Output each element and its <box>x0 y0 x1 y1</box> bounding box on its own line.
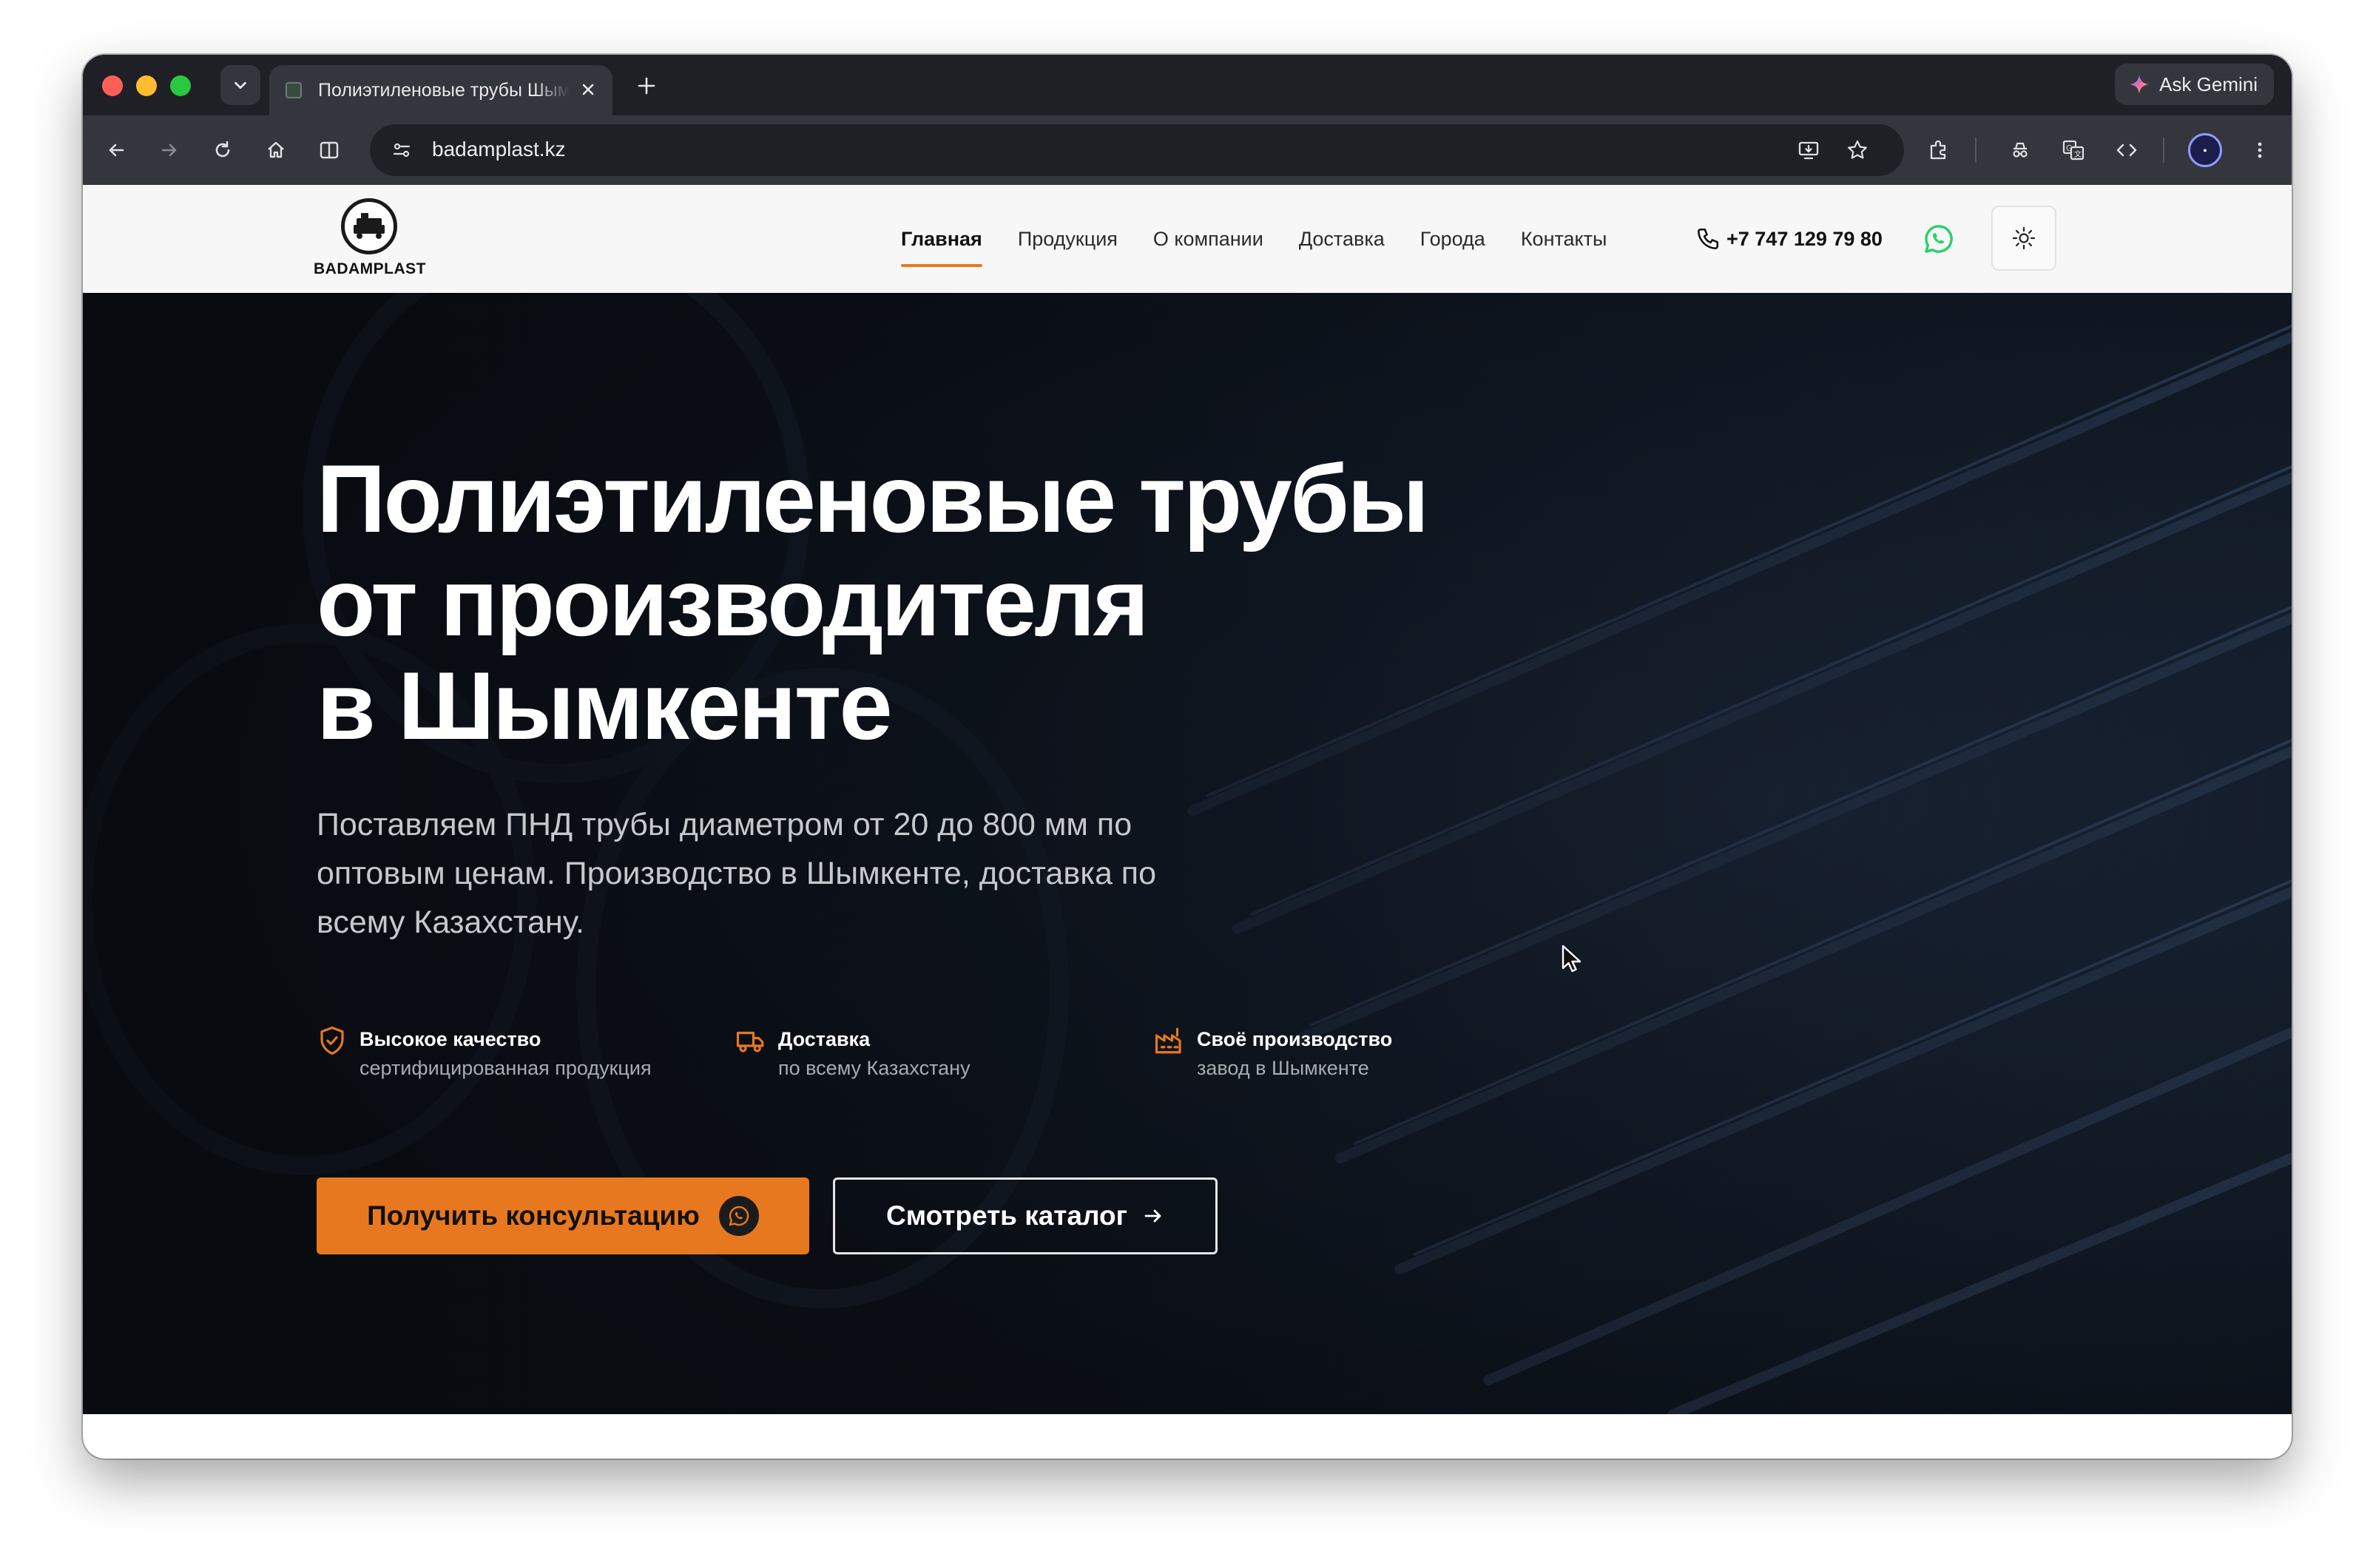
feature-subtitle: сертифицированная продукция <box>360 1057 652 1079</box>
close-window-button[interactable] <box>102 75 123 96</box>
hero-lead-line: всему Казахстану. <box>317 905 584 940</box>
browser-toolbar: badamplast.kz G文 ● <box>83 115 2292 185</box>
feature-title: Доставка <box>778 1028 871 1050</box>
reload-icon <box>215 141 230 158</box>
arrow-right-icon <box>161 143 177 157</box>
extensions-button[interactable] <box>1920 132 1957 169</box>
plus-icon <box>638 77 655 95</box>
address-bar[interactable]: badamplast.kz <box>370 124 1904 176</box>
svg-text:G: G <box>2066 143 2073 153</box>
nav-link-products[interactable]: Продукция <box>1018 228 1118 251</box>
tab-strip: Полиэтиленовые трубы Шымкент Ask Gemini <box>83 55 2292 115</box>
sun-icon <box>2012 226 2036 250</box>
phone-number: +7 747 129 79 80 <box>1726 227 1883 250</box>
browser-window: Полиэтиленовые трубы Шымкент Ask Gemini <box>83 55 2292 1459</box>
home-button[interactable] <box>257 132 294 169</box>
split-view-button[interactable] <box>311 132 348 169</box>
site-favicon-icon <box>286 82 302 98</box>
nav-link-about[interactable]: О компании <box>1153 228 1263 251</box>
hero-title-line: от производителя <box>317 548 1150 656</box>
arrow-right-icon <box>1144 1209 1161 1223</box>
logo-emblem-icon <box>341 198 397 254</box>
url-text: badamplast.kz <box>432 138 566 160</box>
svg-text:文: 文 <box>2074 149 2082 159</box>
truck-icon <box>736 1031 764 1052</box>
feature-production: Своё производство завод в Шымкенте <box>1154 1025 1392 1083</box>
whatsapp-icon <box>1925 225 1953 253</box>
translate-icon: G文 <box>2062 140 2085 160</box>
close-tab-button[interactable] <box>577 78 599 101</box>
nav-link-cities[interactable]: Города <box>1420 228 1485 251</box>
code-icon <box>2116 143 2137 157</box>
back-button[interactable] <box>98 132 135 169</box>
feature-quality: Высокое качество сертифицированная проду… <box>317 1025 652 1083</box>
web-page: BADAMPLAST Главная Продукция О компании … <box>83 185 2292 1459</box>
hero-title-line: Полиэтиленовые трубы <box>317 445 1429 552</box>
hero-title-line: в Шымкенте <box>317 652 893 760</box>
hero-lead: Поставляем ПНД трубы диаметром от 20 до … <box>317 800 1278 947</box>
tab-title: Полиэтиленовые трубы Шымкент <box>318 79 570 101</box>
theme-toggle-button[interactable] <box>1991 206 2056 271</box>
hero-lead-line: оптовым ценам. Производство в Шымкенте, … <box>317 856 1157 891</box>
mouse-cursor-icon <box>1562 944 1582 973</box>
translate-button[interactable]: G文 <box>2055 132 2092 169</box>
feature-subtitle: завод в Шымкенте <box>1197 1057 1369 1079</box>
home-icon <box>268 141 284 158</box>
devtools-button[interactable] <box>2108 132 2145 169</box>
view-catalog-label: Смотреть каталог <box>885 1200 1128 1231</box>
nav-link-home[interactable]: Главная <box>901 228 982 267</box>
browser-menu-button[interactable] <box>2241 132 2278 169</box>
minimize-window-button[interactable] <box>136 75 157 96</box>
incognito-button[interactable] <box>2002 132 2039 169</box>
site-settings-button[interactable] <box>383 132 420 169</box>
close-icon <box>582 84 594 95</box>
get-consultation-button[interactable]: Получить консультацию <box>317 1177 809 1254</box>
toolbar-separator <box>2163 138 2164 163</box>
tune-icon <box>393 143 411 158</box>
nav-link-delivery[interactable]: Доставка <box>1299 228 1385 251</box>
site-header: BADAMPLAST Главная Продукция О компании … <box>83 185 2292 293</box>
nav-link-contacts[interactable]: Контакты <box>1521 228 1607 251</box>
feature-title: Высокое качество <box>360 1028 541 1050</box>
tab-search-button[interactable] <box>220 65 260 105</box>
site-logo[interactable]: BADAMPLAST <box>314 198 426 281</box>
new-tab-button[interactable] <box>630 70 663 102</box>
bookmark-button[interactable] <box>1839 132 1876 169</box>
maximize-window-button[interactable] <box>170 75 191 96</box>
shield-check-icon <box>320 1026 344 1055</box>
incognito-icon <box>2013 142 2028 158</box>
factory-icon <box>1155 1027 1181 1054</box>
feature-title: Своё производство <box>1197 1028 1393 1050</box>
phone-link[interactable]: +7 747 129 79 80 <box>1695 185 1883 293</box>
hero-section: Полиэтиленовые трубы от производителя в … <box>83 293 2292 1414</box>
hero-lead-line: Поставляем ПНД трубы диаметром от 20 до … <box>317 807 1133 842</box>
get-consultation-label: Получить консультацию <box>367 1200 700 1231</box>
profile-avatar[interactable]: ● <box>2188 133 2222 167</box>
chevron-down-icon <box>234 81 246 89</box>
puzzle-icon <box>1930 140 1946 160</box>
ask-gemini-label: Ask Gemini <box>2159 72 2258 95</box>
feature-subtitle: по всему Казахстану <box>778 1057 971 1079</box>
ask-gemini-button[interactable]: Ask Gemini <box>2115 64 2274 105</box>
main-navigation: Главная Продукция О компании Доставка Го… <box>901 185 1642 293</box>
feature-delivery: Доставка по всему Казахстану <box>735 1025 971 1083</box>
install-app-icon <box>1798 141 1819 160</box>
hero-title: Полиэтиленовые трубы от производителя в … <box>317 447 1574 757</box>
whatsapp-nav-button[interactable] <box>1923 223 1954 254</box>
phone-icon <box>1697 228 1719 250</box>
view-catalog-button[interactable]: Смотреть каталог <box>833 1177 1218 1254</box>
toolbar-separator <box>1975 138 1977 163</box>
install-app-button[interactable] <box>1790 132 1827 169</box>
reload-button[interactable] <box>204 132 241 169</box>
logo-wordmark: BADAMPLAST <box>314 260 426 277</box>
browser-tab[interactable]: Полиэтиленовые трубы Шымкент <box>269 65 612 115</box>
more-vertical-icon <box>2258 142 2262 158</box>
whatsapp-icon <box>718 1196 759 1236</box>
star-icon <box>1848 140 1867 159</box>
gemini-sparkle-icon <box>2130 75 2150 94</box>
arrow-left-icon <box>109 143 124 157</box>
forward-button[interactable] <box>151 132 188 169</box>
split-view-icon <box>320 141 339 159</box>
